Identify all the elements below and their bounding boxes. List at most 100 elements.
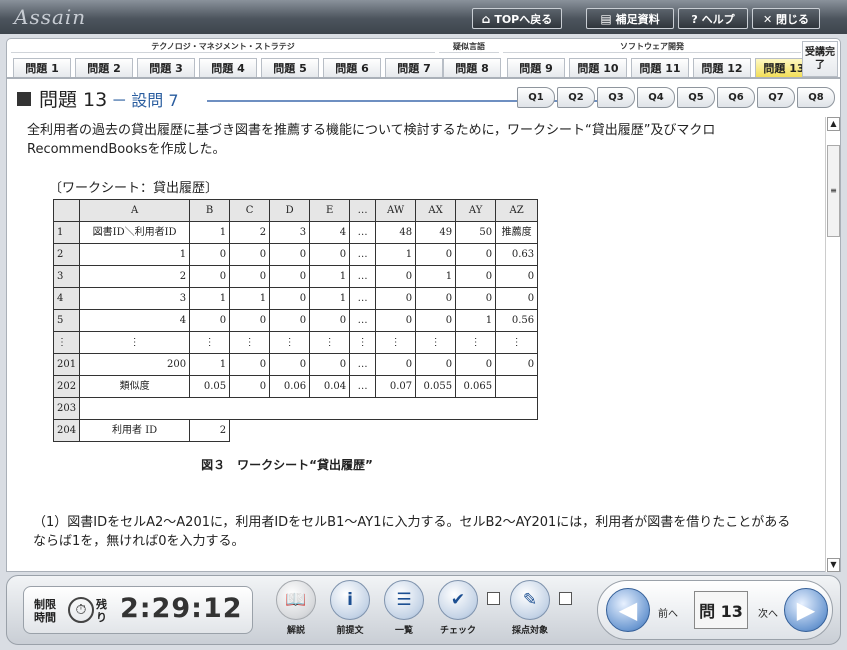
table-cell: ⋮	[229, 331, 271, 354]
table-cell: 0	[495, 287, 539, 310]
question-number: 問題 13	[39, 89, 108, 111]
info-icon: i	[330, 580, 370, 620]
sub-question-tab-label: Q8	[808, 92, 824, 103]
table-cell: …	[349, 265, 377, 288]
tab-question-12[interactable]: 問題 12	[693, 58, 751, 77]
list-icon: ☰	[384, 580, 424, 620]
table-cell: 0	[415, 309, 457, 332]
premise-button[interactable]: i 前提文	[327, 580, 373, 640]
remaining-time: 2:29:12	[120, 593, 243, 624]
grading-button[interactable]: ✎ 採点対象	[507, 580, 553, 640]
tab-question-4[interactable]: 問題 4	[199, 58, 257, 77]
table-cell: 0	[229, 265, 271, 288]
table-cell: 0	[309, 309, 351, 332]
table-cell: 0	[455, 353, 497, 376]
button-label: チェック	[439, 626, 476, 636]
sub-question-tab-label: Q1	[528, 92, 544, 103]
tab-question-6[interactable]: 問題 6	[323, 58, 381, 77]
supplement-button[interactable]: ▤ 補足資料	[586, 8, 674, 29]
tab-question-7[interactable]: 問題 7	[385, 58, 443, 77]
question-panel: 問題 13 － 設問 7 Q1 Q2 Q3 Q4 Q5 Q6 Q7 Q8 全利用者の過去の貸出…	[6, 78, 841, 572]
table-cell: 類似度	[79, 375, 191, 398]
tab-question-9[interactable]: 問題 9	[507, 58, 565, 77]
navigation-group: ◀ 前へ 問 13 次へ ▶	[597, 580, 833, 640]
help-button[interactable]: ? ヘルプ	[678, 8, 748, 29]
figure-caption: 図３ ワークシート“貸出履歴”	[201, 458, 373, 472]
row-header: 204	[52, 419, 81, 442]
supplement-button-label: 補足資料	[615, 12, 660, 26]
tab-question-5[interactable]: 問題 5	[261, 58, 319, 77]
check-mark-box[interactable]	[487, 592, 500, 605]
tab-question-10[interactable]: 問題 10	[569, 58, 627, 77]
sub-question-tab-3[interactable]: Q3	[597, 87, 635, 108]
tab-question-2[interactable]: 問題 2	[75, 58, 133, 77]
check-button[interactable]: ✔ チェック	[435, 580, 481, 640]
sub-question-tab-1[interactable]: Q1	[517, 87, 555, 108]
grading-target-box[interactable]	[559, 592, 572, 605]
book-icon: 📖	[276, 580, 316, 620]
list-button[interactable]: ☰ 一覧	[381, 580, 427, 640]
table-cell: 1	[189, 287, 231, 310]
table-cell: ⋮	[269, 331, 311, 354]
sub-question-tab-7[interactable]: Q7	[757, 87, 795, 108]
tab-question-8[interactable]: 問題 8	[443, 58, 501, 77]
table-cell: 0	[375, 309, 417, 332]
table-cell: 0	[309, 243, 351, 266]
table-cell: 0	[375, 353, 417, 376]
square-icon	[17, 91, 31, 106]
table-cell: 3	[79, 287, 191, 310]
table-cell: 4	[79, 309, 191, 332]
next-arrow-icon[interactable]: ▶	[784, 588, 828, 632]
tab-question-3[interactable]: 問題 3	[137, 58, 195, 77]
sub-question-tab-8[interactable]: Q8	[797, 87, 835, 108]
column-header: A	[79, 199, 191, 222]
scroll-up-icon[interactable]: ▲	[827, 117, 840, 131]
table-cell: …	[349, 353, 377, 376]
table-cell: 1	[52, 221, 81, 244]
table-cell: 0	[375, 287, 417, 310]
table-row: ⋮ ⋮ ⋮ ⋮ ⋮ ⋮ ⋮ ⋮ ⋮ ⋮ ⋮	[52, 331, 539, 354]
remaining-label: 残り	[96, 598, 107, 624]
table-cell: 1	[415, 265, 457, 288]
pencil-icon: ✎	[510, 580, 550, 620]
close-button[interactable]: ✕ 閉じる	[752, 8, 820, 29]
document-icon: ▤	[600, 11, 612, 26]
tab-question-11[interactable]: 問題 11	[631, 58, 689, 77]
table-row: 4 3 1 1 0 1… 0 0 0 0	[52, 287, 539, 310]
table-cell: 50	[455, 221, 497, 244]
top-bar: Assain ⌂ TOPへ戻る ▤ 補足資料 ? ヘルプ ✕ 閉じる	[0, 0, 847, 34]
sub-question-tab-5[interactable]: Q5	[677, 87, 715, 108]
vertical-scrollbar[interactable]: ▲ ≡ ▼	[825, 117, 840, 572]
table-row: 201 200 1 0 0 0… 0 0 0 0	[52, 353, 539, 376]
item-1-text: （1）図書IDをセルA2～A201に，利用者IDをセルB1～AY1に入力する。セ…	[33, 515, 791, 549]
scroll-down-icon[interactable]: ▼	[827, 558, 840, 572]
sub-question-tab-2[interactable]: Q2	[557, 87, 595, 108]
table-row: 204 利用者 ID 2	[52, 419, 538, 442]
next-label[interactable]: 次へ	[758, 605, 778, 620]
explanation-button[interactable]: 📖 解説	[273, 580, 319, 640]
tab-question-1[interactable]: 問題 1	[13, 58, 71, 77]
top-button[interactable]: ⌂ TOPへ戻る	[472, 8, 562, 29]
sub-question-tab-label: Q2	[568, 92, 584, 103]
worksheet: A B C D E… AW AX AY AZ 1 図書ID＼利用者ID 1 2 3 4… 48 49 50 推薦度 2…	[52, 199, 539, 442]
sub-question-tab-6[interactable]: Q6	[717, 87, 755, 108]
table-cell: 0	[269, 265, 311, 288]
table-cell: 5	[52, 309, 81, 332]
table-cell: 0.07	[375, 375, 417, 398]
home-icon: ⌂	[481, 11, 491, 26]
table-cell: 0.04	[309, 375, 351, 398]
finish-button[interactable]: 受講完了	[802, 41, 838, 77]
worksheet-table: A B C D E… AW AX AY AZ 1 図書ID＼利用者ID 1 2 3 4… 48 49 50 推薦度 2…	[52, 199, 539, 442]
user-id-label: 利用者 ID	[79, 419, 191, 442]
table-cell: 0.06	[269, 375, 311, 398]
table-row: 203	[52, 397, 539, 420]
button-label: 一覧	[394, 626, 413, 636]
button-label: 解説	[286, 626, 305, 636]
prev-label[interactable]: 前へ	[658, 605, 678, 620]
table-cell: 4	[52, 287, 81, 310]
table-cell: 推薦度	[495, 221, 539, 244]
table-cell: 1	[455, 309, 497, 332]
scroll-thumb[interactable]: ≡	[827, 145, 840, 237]
prev-arrow-icon[interactable]: ◀	[606, 588, 650, 632]
sub-question-tab-4[interactable]: Q4	[637, 87, 675, 108]
